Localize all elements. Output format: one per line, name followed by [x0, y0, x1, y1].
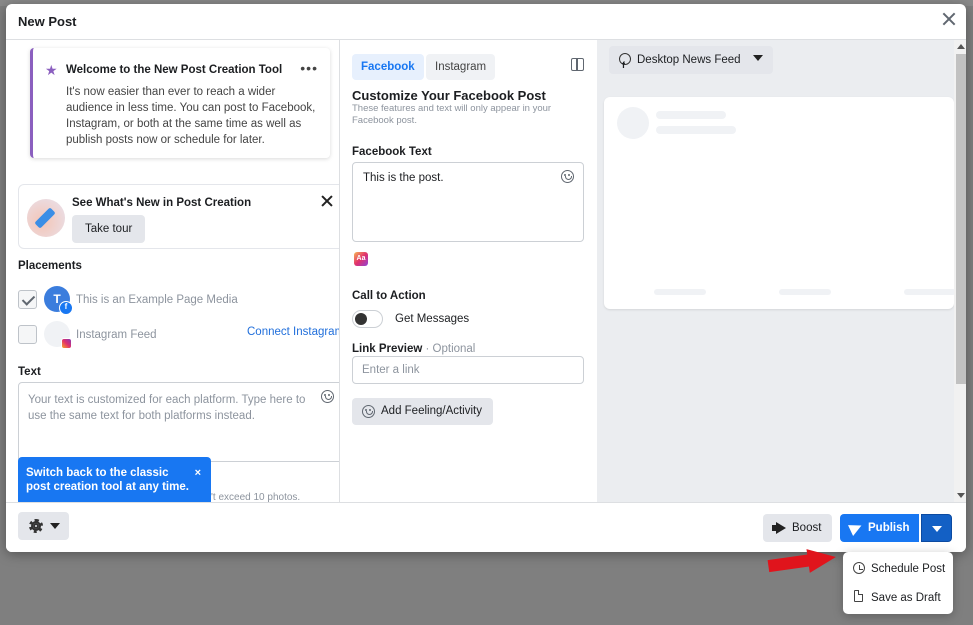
welcome-body: It's now easier than ever to reach a wid…: [66, 86, 316, 146]
customize-title: Customize Your Facebook Post: [352, 88, 546, 103]
facebook-text-value: This is the post.: [363, 172, 444, 184]
link-preview-label: Link Preview · Optional: [352, 343, 475, 355]
take-tour-button[interactable]: Take tour: [72, 215, 146, 243]
feed-dropdown[interactable]: Desktop News Feed: [609, 46, 773, 79]
placement-checkbox-page[interactable]: [18, 290, 37, 309]
placement-label-page: This is an Example Page Media: [76, 294, 238, 306]
smile-icon[interactable]: [561, 170, 574, 183]
modal-title: New Post: [18, 14, 77, 29]
boost-label: Boost: [792, 522, 822, 534]
send-icon: [848, 520, 864, 536]
whats-new-title: See What's New in Post Creation: [72, 197, 252, 209]
globe-icon: [619, 51, 631, 79]
add-feeling-label: Add Feeling/Activity: [381, 405, 482, 417]
placement-checkbox-instagram[interactable]: [18, 325, 37, 344]
publish-label: Publish: [868, 522, 910, 534]
schedule-post-label: Schedule Post: [871, 563, 946, 575]
middle-column: Facebook Instagram Customize Your Facebo…: [340, 40, 597, 502]
publish-button[interactable]: Publish: [840, 514, 919, 542]
cta-label: Call to Action: [352, 290, 426, 302]
schedule-post-item[interactable]: Schedule Post: [843, 554, 953, 584]
customize-subtitle: These features and text will only appear…: [352, 103, 552, 126]
scroll-down-icon[interactable]: [957, 493, 965, 498]
megaphone-icon: [772, 523, 786, 533]
feed-dropdown-label: Desktop News Feed: [637, 54, 741, 66]
facebook-text-label: Facebook Text: [352, 146, 432, 158]
welcome-title: Welcome to the New Post Creation Tool: [66, 64, 283, 76]
star-icon: ★: [45, 62, 58, 78]
publish-menu: Schedule Post Save as Draft: [843, 552, 953, 614]
preview-scrollbar[interactable]: [954, 40, 966, 502]
skeleton-action: [654, 289, 706, 295]
left-column: ★ Welcome to the New Post Creation Tool …: [6, 40, 339, 502]
settings-button[interactable]: [18, 512, 69, 540]
link-input[interactable]: [352, 356, 584, 384]
skeleton-line: [656, 126, 736, 134]
skeleton-action: [779, 289, 831, 295]
scroll-up-icon[interactable]: [957, 44, 965, 49]
link-preview-optional: · Optional: [422, 343, 476, 355]
welcome-card: ★ Welcome to the New Post Creation Tool …: [30, 48, 330, 158]
save-draft-item[interactable]: Save as Draft: [843, 583, 953, 613]
shared-text-placeholder: Your text is customized for each platfor…: [28, 394, 306, 422]
get-messages-label: Get Messages: [395, 313, 470, 325]
modal-header: New Post: [6, 4, 966, 40]
modal-footer: Boost Publish: [6, 502, 966, 552]
get-messages-toggle[interactable]: [352, 310, 383, 328]
more-icon[interactable]: •••: [300, 60, 318, 76]
skeleton-avatar: [617, 107, 649, 139]
skeleton-action: [904, 289, 956, 295]
instagram-avatar: [44, 321, 72, 349]
photo-limit-note: 't exceed 10 photos.: [211, 492, 301, 502]
gear-icon: [29, 519, 43, 533]
close-icon[interactable]: [942, 12, 956, 26]
chevron-down-icon: [50, 523, 60, 529]
tooltip-close-icon[interactable]: ×: [195, 466, 201, 480]
skeleton-line: [656, 111, 726, 119]
text-label: Text: [18, 366, 41, 378]
boost-button[interactable]: Boost: [763, 514, 832, 542]
post-preview-card: [604, 97, 956, 309]
smile-icon[interactable]: [321, 390, 334, 403]
preview-pane: Desktop News Feed: [597, 40, 966, 502]
publish-options-button[interactable]: [921, 514, 952, 542]
page-avatar: T: [44, 286, 73, 315]
tab-instagram[interactable]: Instagram: [426, 54, 496, 80]
whats-new-card: See What's New in Post Creation Take tou…: [18, 184, 339, 249]
text-format-icon[interactable]: Aa: [354, 252, 368, 266]
smile-icon: [362, 405, 375, 418]
add-feeling-button[interactable]: Add Feeling/Activity: [352, 398, 493, 425]
placements-label: Placements: [18, 260, 82, 272]
document-icon: [854, 590, 863, 602]
close-icon[interactable]: [321, 195, 333, 207]
annotation-arrow: [767, 545, 838, 573]
save-draft-label: Save as Draft: [871, 592, 941, 604]
link-preview-title: Link Preview: [352, 343, 423, 355]
chevron-down-icon: [932, 526, 942, 532]
classic-tool-tooltip: Switch back to the classic post creation…: [18, 457, 211, 502]
clock-icon: [853, 562, 865, 574]
placement-label-instagram: Instagram Feed: [76, 329, 157, 341]
shared-text-input[interactable]: Your text is customized for each platfor…: [18, 382, 339, 462]
new-post-modal: New Post ★ Welcome to the New Post Creat…: [6, 4, 966, 552]
tooltip-text: Switch back to the classic post creation…: [26, 467, 189, 493]
scrollbar-thumb[interactable]: [956, 54, 966, 384]
illustration-icon: [27, 199, 65, 237]
chevron-down-icon: [752, 55, 763, 61]
facebook-text-input[interactable]: This is the post.: [352, 162, 584, 242]
split-view-icon[interactable]: [571, 58, 584, 71]
connect-instagram-link[interactable]: Connect Instagram: [247, 326, 339, 338]
tab-facebook[interactable]: Facebook: [352, 54, 424, 80]
